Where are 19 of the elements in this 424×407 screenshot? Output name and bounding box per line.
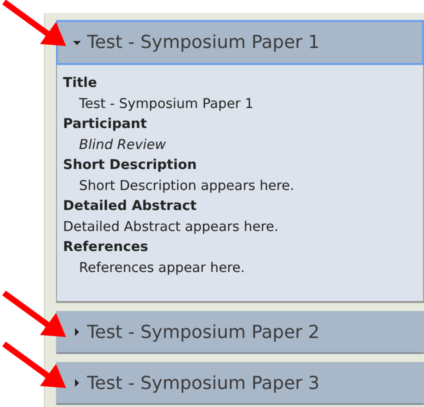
field-value: Blind Review xyxy=(78,136,167,154)
field-label: Short Description xyxy=(63,156,198,175)
field-label: References xyxy=(63,238,150,257)
accordion-header[interactable]: Test - Symposium Paper 2 xyxy=(56,311,424,354)
section-title: Test - Symposium Paper 2 xyxy=(87,322,320,342)
caret-right-icon xyxy=(73,328,81,336)
accordion-header[interactable]: Test - Symposium Paper 3 xyxy=(56,362,424,405)
section-title: Test - Symposium Paper 1 xyxy=(87,32,320,53)
caret-down-icon xyxy=(73,38,81,46)
field-label: Participant xyxy=(63,115,148,134)
field-value: Test - Symposium Paper 1 xyxy=(78,94,254,114)
field-value: Detailed Abstract appears here. xyxy=(63,218,280,236)
caret-right-icon xyxy=(73,379,81,387)
field-value: References appear here. xyxy=(78,258,246,278)
field-value: Short Description appears here. xyxy=(78,176,296,196)
accordion-header[interactable]: Test - Symposium Paper 1 xyxy=(56,20,424,65)
section-title: Test - Symposium Paper 3 xyxy=(87,372,320,394)
field-label: Detailed Abstract xyxy=(63,197,198,216)
field-label: Title xyxy=(63,74,98,93)
